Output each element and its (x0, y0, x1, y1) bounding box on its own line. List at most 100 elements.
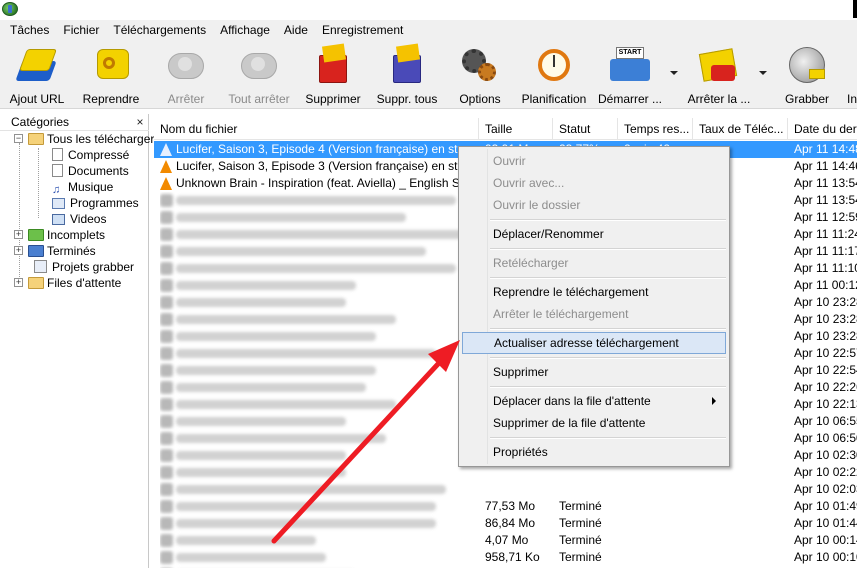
menu-item-open-with[interactable]: Ouvrir avec... (462, 172, 726, 194)
redacted-file-name (176, 213, 406, 223)
tree-item-label: Incomplets (47, 228, 106, 242)
stop-queue-button[interactable]: Arrêter la ... (684, 43, 754, 106)
menu-bar: Tâches Fichier Téléchargements Affichage… (0, 20, 857, 41)
menu-item-refresh-address[interactable]: Actualiser adresse téléchargement (462, 332, 726, 354)
table-row[interactable]: 958,71 Ko Terminé Apr 10 00:10 (154, 549, 857, 566)
grabber-project-icon (34, 260, 47, 273)
stop-all-button[interactable]: Tout arrêter (226, 43, 292, 106)
more-button[interactable]: In (845, 43, 857, 106)
redacted-file-name (176, 536, 316, 546)
more-label: In (846, 92, 857, 106)
redacted-file-name (176, 247, 426, 257)
table-row[interactable]: 86,84 Mo Terminé Apr 10 01:44 (154, 515, 857, 532)
table-row[interactable]: 77,53 Mo Terminé Apr 10 01:49 (154, 498, 857, 515)
start-queue-button[interactable]: START Démarrer ... (596, 43, 664, 106)
menu-taches[interactable]: Tâches (3, 20, 56, 41)
redacted-file-name (176, 451, 346, 461)
cell-date: Apr 10 06:55 (794, 414, 857, 428)
options-button[interactable]: Options (454, 43, 506, 106)
table-row[interactable]: Apr 10 02:03 (154, 481, 857, 498)
cell-size (485, 481, 550, 498)
cell-file-name (160, 379, 478, 396)
blurred-file-icon (160, 347, 173, 360)
menu-item-properties[interactable]: Propriétés (462, 441, 726, 463)
menu-item-remove-from-queue[interactable]: Supprimer de la file d'attente (462, 412, 726, 434)
delete-all-button[interactable]: Suppr. tous (374, 43, 440, 106)
expand-icon[interactable]: + (14, 278, 23, 287)
video-icon (52, 214, 65, 225)
tree-item-compressed[interactable]: Compressé (52, 147, 129, 163)
add-url-label: Ajout URL (9, 92, 65, 106)
blurred-file-icon (160, 483, 173, 496)
blurred-file-icon (160, 551, 173, 564)
column-header-rate[interactable]: Taux de Téléc... (693, 118, 788, 140)
grabber-button[interactable]: Grabber (778, 43, 836, 106)
cell-date: Apr 11 13:54 (794, 176, 857, 190)
blurred-file-icon (160, 449, 173, 462)
column-header-date[interactable]: Date du dern (788, 118, 857, 140)
alarm-clock-icon (532, 43, 576, 87)
column-header-name[interactable]: Nom du fichier (154, 118, 479, 140)
toolbar: Ajout URL Reprendre Arrêter Tout arrêter… (0, 41, 857, 109)
tree-item-programs[interactable]: Programmes (52, 195, 139, 211)
cell-date: Apr 10 22:54 (794, 363, 857, 377)
cell-status: Terminé (559, 516, 602, 530)
collapse-icon[interactable]: − (14, 134, 23, 143)
menu-item-move-to-queue[interactable]: Déplacer dans la file d'attente (462, 390, 726, 412)
stop-button[interactable]: Arrêter (155, 43, 217, 106)
cell-file-name (160, 260, 478, 277)
redacted-file-name (176, 281, 356, 291)
delete-all-label: Suppr. tous (376, 92, 438, 106)
tree-item-label: Musique (68, 180, 114, 194)
scheduler-button[interactable]: Planification (518, 43, 590, 106)
menu-telechargements[interactable]: Téléchargements (106, 20, 213, 41)
tree-item-label: Programmes (70, 196, 139, 210)
table-row[interactable]: 4,07 Mo Terminé Apr 10 00:14 (154, 532, 857, 549)
menu-item-stop-download[interactable]: Arrêter le téléchargement (462, 303, 726, 325)
tree-item-label: Files d'attente (47, 276, 122, 290)
cell-file-name (160, 328, 478, 345)
expand-icon[interactable]: + (14, 246, 23, 255)
menu-item-resume-download[interactable]: Reprendre le téléchargement (462, 281, 726, 303)
start-queue-dropdown-icon[interactable] (670, 71, 678, 75)
stop-queue-dropdown-icon[interactable] (759, 71, 767, 75)
tree-item-grabber-projects[interactable]: Projets grabber (34, 259, 134, 275)
cell-date: Apr 10 22:13 (794, 397, 857, 411)
menu-aide[interactable]: Aide (277, 20, 315, 41)
menu-fichier[interactable]: Fichier (56, 20, 106, 41)
menu-item-delete[interactable]: Supprimer (462, 361, 726, 383)
redacted-file-name (176, 485, 446, 495)
menu-separator (490, 437, 726, 439)
blurred-file-icon (160, 296, 173, 309)
blurred-file-icon (160, 415, 173, 428)
column-header-time-left[interactable]: Temps res... (618, 118, 693, 140)
cell-size: 958,71 Ko (485, 550, 540, 564)
file-name-text: Unknown Brain - Inspiration (feat. Aviel… (176, 176, 478, 190)
menu-affichage[interactable]: Affichage (213, 20, 277, 41)
app-logo-icon[interactable] (2, 2, 18, 16)
menu-item-open-folder[interactable]: Ouvrir le dossier (462, 194, 726, 216)
tree-item-label: Tous les télécharger (47, 132, 155, 146)
menu-item-open[interactable]: Ouvrir (462, 150, 726, 172)
redacted-file-name (176, 553, 326, 563)
grabber-label: Grabber (784, 92, 830, 106)
menu-enregistrement[interactable]: Enregistrement (315, 20, 410, 41)
list-header: Nom du fichier Taille Statut Temps res..… (154, 118, 857, 140)
resume-button[interactable]: Reprendre (80, 43, 142, 106)
menu-item-redownload[interactable]: Retélécharger (462, 252, 726, 274)
column-header-status[interactable]: Statut (553, 118, 618, 140)
delete-button[interactable]: Supprimer (302, 43, 364, 106)
expand-icon[interactable]: + (14, 230, 23, 239)
tree-item-label: Projets grabber (52, 260, 135, 274)
tree-item-videos[interactable]: Videos (52, 211, 106, 227)
tree-item-music[interactable]: ♫ Musique (52, 179, 114, 196)
vlc-cone-icon (160, 143, 174, 157)
menu-item-move-rename[interactable]: Déplacer/Renommer (462, 223, 726, 245)
blurred-file-icon (160, 279, 173, 292)
column-header-size[interactable]: Taille (479, 118, 553, 140)
close-panel-icon[interactable]: × (134, 116, 146, 129)
cell-date: Apr 10 02:22 (794, 465, 857, 479)
tree-item-documents[interactable]: Documents (52, 163, 129, 179)
compressed-icon (52, 148, 63, 161)
add-url-button[interactable]: Ajout URL (6, 43, 68, 106)
